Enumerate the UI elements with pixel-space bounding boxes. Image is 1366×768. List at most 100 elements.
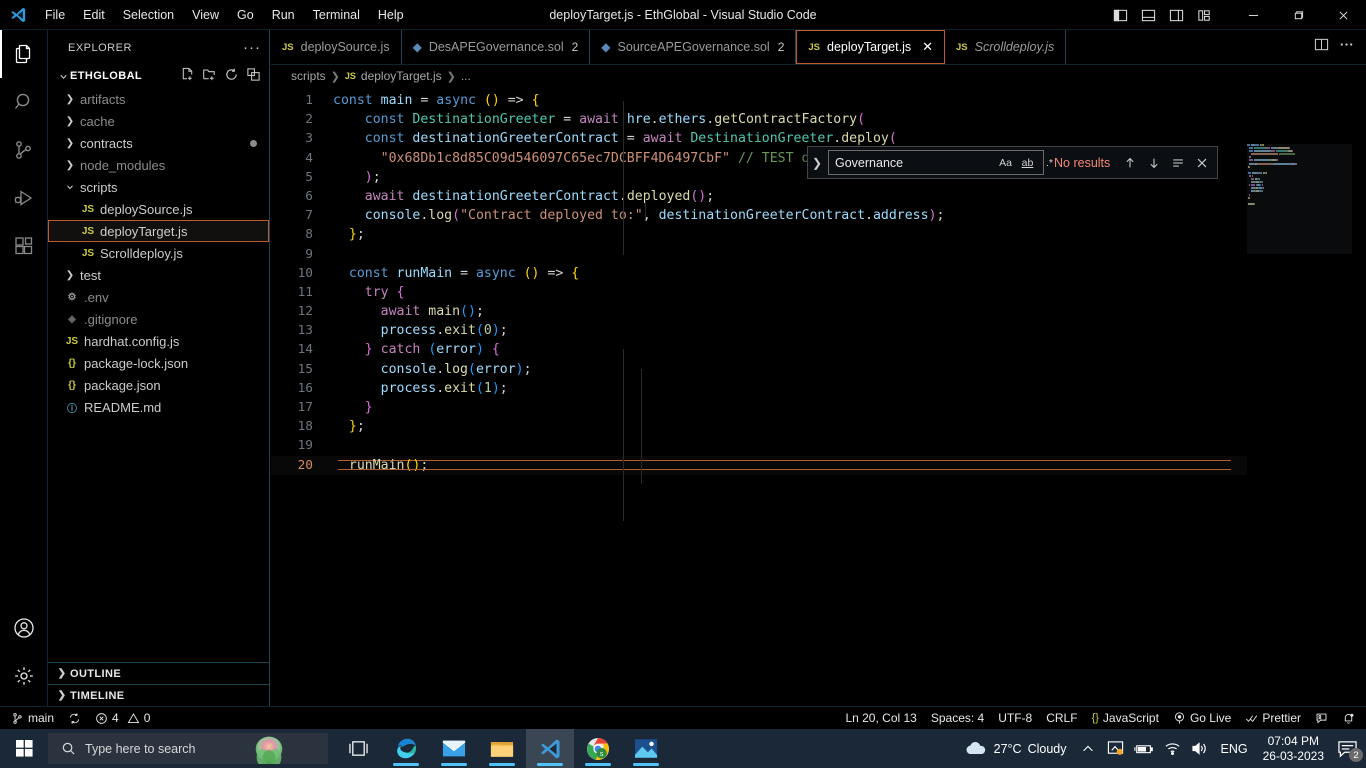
tree-item-artifacts[interactable]: ❯ artifacts (48, 88, 269, 110)
match-case-icon[interactable]: Aa (996, 153, 1015, 172)
activity-run-and-debug-icon[interactable] (0, 174, 48, 222)
code-line[interactable]: 19 (271, 436, 1366, 455)
tree-item-deploysource-js[interactable]: JS deploySource.js (48, 198, 269, 220)
outline-section-header[interactable]: ❯ OUTLINE (48, 662, 269, 684)
find-close-icon[interactable] (1191, 152, 1213, 174)
visual-studio-code-icon[interactable] (526, 729, 574, 768)
menu-run[interactable]: Run (263, 0, 304, 30)
find-in-selection-icon[interactable] (1167, 152, 1189, 174)
tray-weather[interactable]: 27°C Cloudy (957, 729, 1074, 768)
workspace-folder-row[interactable]: ETHGLOBAL (48, 65, 269, 87)
customize-layout-icon[interactable] (1191, 0, 1217, 30)
breadcrumb-symbol[interactable]: ... (461, 69, 471, 83)
toggle-primary-sidebar-icon[interactable] (1107, 0, 1133, 30)
collapse-folders-icon[interactable] (246, 67, 261, 85)
taskbar-search-box[interactable]: Type here to search (48, 733, 328, 764)
tab-desapegovernance-sol[interactable]: ◆ DesAPEGovernance.sol 2 (402, 30, 591, 64)
split-editor-icon[interactable] (1314, 37, 1329, 57)
status-cursor-position[interactable]: Ln 20, Col 13 (838, 707, 923, 730)
breadcrumb-folder[interactable]: scripts (291, 69, 326, 83)
tab-scrolldeploy-js[interactable]: JS Scrolldeploy.js (945, 30, 1067, 64)
explorer-more-actions-icon[interactable]: ··· (243, 39, 261, 56)
code-line[interactable]: 12 await main(); (271, 302, 1366, 321)
whole-word-icon[interactable]: ab (1018, 153, 1037, 172)
windows-start-icon[interactable] (0, 729, 48, 768)
status-encoding[interactable]: UTF-8 (991, 707, 1039, 730)
menu-help[interactable]: Help (369, 0, 413, 30)
code-line[interactable]: 8 }; (271, 225, 1366, 244)
find-input[interactable] (835, 155, 996, 170)
new-folder-icon[interactable] (202, 67, 217, 85)
code-line[interactable]: 11 try { (271, 283, 1366, 302)
status-language-mode[interactable]: {} JavaScript (1085, 707, 1166, 730)
tray-onedrive-icon[interactable] (1102, 729, 1129, 768)
activity-explorer-icon[interactable] (0, 30, 48, 78)
status-indentation[interactable]: Spaces: 4 (924, 707, 991, 730)
tree-item-test[interactable]: ❯ test (48, 264, 269, 286)
code-line[interactable]: 16 process.exit(1); (271, 379, 1366, 398)
breadcrumb-file[interactable]: deployTarget.js (361, 69, 442, 83)
code-editor[interactable]: 1 const main = async () => {2 const Desti… (271, 87, 1366, 706)
tray-language[interactable]: ENG (1214, 729, 1255, 768)
timeline-section-header[interactable]: ❯ TIMELINE (48, 684, 269, 706)
tree-item-scripts[interactable]: scripts (48, 176, 269, 198)
editor-minimap[interactable] (1247, 144, 1352, 706)
tray-show-hidden-icons[interactable] (1074, 729, 1102, 768)
menu-go[interactable]: Go (228, 0, 263, 30)
tree-item-readme-md[interactable]: ⓘ README.md (48, 396, 269, 418)
tray-clock[interactable]: 07:04 PM 26-03-2023 (1255, 734, 1332, 764)
tree-item-env[interactable]: ⚙ .env (48, 286, 269, 308)
editor-more-actions-icon[interactable] (1339, 37, 1354, 57)
toggle-panel-icon[interactable] (1135, 0, 1161, 30)
code-line[interactable]: 1 const main = async () => { (271, 91, 1366, 110)
code-line[interactable]: 9 (271, 245, 1366, 264)
tree-item-deploytarget-js[interactable]: JS deployTarget.js (48, 220, 269, 242)
minimap-slider[interactable] (1247, 144, 1352, 254)
code-line[interactable]: 18 }; (271, 417, 1366, 436)
code-line[interactable]: 7 console.log("Contract deployed to:", d… (271, 206, 1366, 225)
tab-sourceapegovernance-sol[interactable]: ◆ SourceAPEGovernance.sol 2 (590, 30, 797, 64)
task-view-icon[interactable] (334, 729, 382, 768)
tree-item-scrolldeploy-js[interactable]: JS Scrolldeploy.js (48, 242, 269, 264)
status-feedback-icon[interactable] (1308, 707, 1335, 730)
tray-battery-icon[interactable] (1129, 729, 1159, 768)
action-center-icon[interactable]: 2 (1332, 729, 1363, 768)
status-notifications-bell-icon[interactable] (1335, 707, 1362, 730)
activity-extensions-icon[interactable] (0, 222, 48, 270)
menu-terminal[interactable]: Terminal (304, 0, 369, 30)
microsoft-edge-icon[interactable] (382, 729, 430, 768)
toggle-replace-chevron-right-icon[interactable]: ❯ (808, 156, 826, 170)
code-line[interactable]: 15 console.log(error); (271, 360, 1366, 379)
file-explorer-icon[interactable] (478, 729, 526, 768)
tray-wifi-icon[interactable] (1159, 729, 1186, 768)
new-file-icon[interactable] (180, 67, 195, 85)
tree-item-node-modules[interactable]: ❯ node_modules (48, 154, 269, 176)
status-sync-icon[interactable] (61, 707, 88, 730)
editor-vertical-scrollbar[interactable] (1352, 144, 1366, 706)
cortana-icon[interactable] (250, 733, 288, 764)
status-eol[interactable]: CRLF (1039, 707, 1084, 730)
find-previous-arrow-up-icon[interactable] (1119, 152, 1141, 174)
minimize-window-button[interactable] (1231, 0, 1276, 30)
status-problems[interactable]: 4 0 (88, 707, 157, 730)
photos-icon[interactable] (622, 729, 670, 768)
code-line[interactable]: 20 runMain(); (271, 455, 1366, 475)
status-prettier[interactable]: Prettier (1238, 707, 1308, 730)
menu-selection[interactable]: Selection (114, 0, 183, 30)
activity-source-control-icon[interactable] (0, 126, 48, 174)
code-line[interactable]: 10 const runMain = async () => { (271, 264, 1366, 283)
activity-accounts-icon[interactable] (0, 604, 48, 652)
activity-manage-settings-icon[interactable] (0, 652, 48, 700)
refresh-explorer-icon[interactable] (224, 67, 239, 85)
menu-edit[interactable]: Edit (74, 0, 114, 30)
tree-item-package-lock-json[interactable]: {} package-lock.json (48, 352, 269, 374)
toggle-secondary-sidebar-icon[interactable] (1163, 0, 1189, 30)
close-window-button[interactable] (1321, 0, 1366, 30)
menu-view[interactable]: View (183, 0, 228, 30)
code-line[interactable]: 14 } catch (error) { (271, 340, 1366, 359)
maximize-window-button[interactable] (1276, 0, 1321, 30)
tab-deploytarget-js[interactable]: JS deployTarget.js ✕ (796, 30, 945, 64)
mail-icon[interactable] (430, 729, 478, 768)
status-go-live[interactable]: Go Live (1166, 707, 1238, 730)
code-line[interactable]: 17 } (271, 398, 1366, 417)
